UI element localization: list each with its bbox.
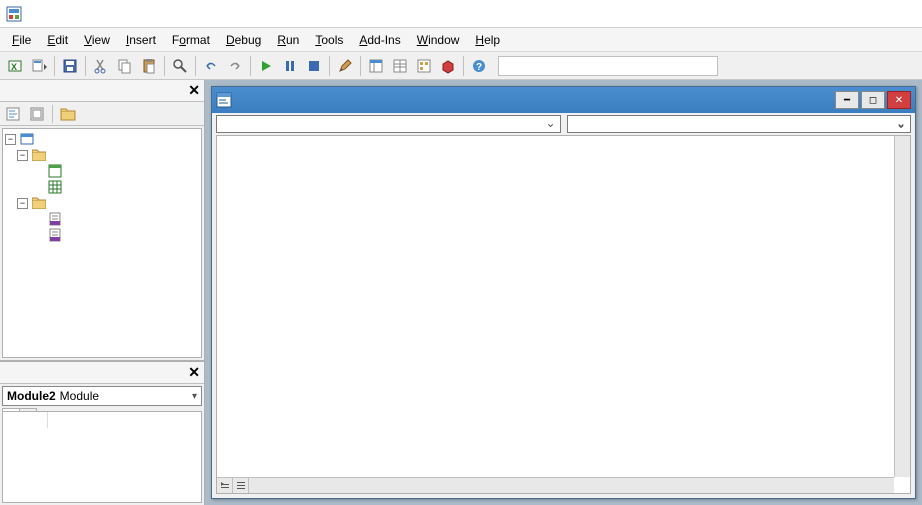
full-module-view-button[interactable] [233, 478, 249, 494]
save-button[interactable] [59, 55, 81, 77]
toolbox-button[interactable] [437, 55, 459, 77]
project-panel-close-icon[interactable]: ✕ [188, 82, 200, 99]
break-button[interactable] [279, 55, 301, 77]
tree-thisworkbook[interactable] [3, 163, 201, 179]
vertical-scrollbar[interactable] [894, 136, 910, 477]
collapse-icon[interactable]: − [17, 150, 28, 161]
window-titlebar [0, 0, 922, 28]
menu-edit[interactable]: Edit [39, 31, 76, 49]
tree-folder-modules[interactable]: − [3, 195, 201, 211]
folder-icon [31, 196, 47, 210]
properties-window-button[interactable] [389, 55, 411, 77]
tree-root[interactable]: − [3, 131, 201, 147]
property-name [3, 412, 48, 428]
properties-panel-close-icon[interactable]: ✕ [188, 364, 200, 381]
project-panel-header: ✕ [0, 80, 204, 102]
maximize-button[interactable]: ◻ [861, 91, 885, 109]
menu-tools[interactable]: Tools [307, 31, 351, 49]
cut-button[interactable] [90, 55, 112, 77]
menu-insert[interactable]: Insert [118, 31, 164, 49]
svg-text:X: X [11, 62, 17, 72]
view-excel-button[interactable]: X [4, 55, 26, 77]
cursor-position [498, 56, 718, 76]
insert-module-dropdown[interactable] [28, 55, 50, 77]
menubar: File Edit View Insert Format Debug Run T… [0, 28, 922, 52]
close-button[interactable]: ✕ [887, 91, 911, 109]
project-toolbar [0, 102, 204, 126]
menu-view[interactable]: View [76, 31, 118, 49]
collapse-icon[interactable]: − [17, 198, 28, 209]
procedure-view-button[interactable] [217, 478, 233, 494]
svg-text:?: ? [476, 62, 482, 73]
code-window-titlebar[interactable]: ━ ◻ ✕ [212, 87, 915, 113]
copy-button[interactable] [114, 55, 136, 77]
folder-icon [31, 148, 47, 162]
property-value[interactable] [48, 412, 50, 428]
main-toolbar: X ? [0, 52, 922, 80]
redo-button[interactable] [224, 55, 246, 77]
view-code-button[interactable] [2, 103, 24, 125]
tree-folder-excel[interactable]: − [3, 147, 201, 163]
view-object-button[interactable] [26, 103, 48, 125]
worksheet-icon [47, 180, 63, 194]
run-button[interactable] [255, 55, 277, 77]
help-button[interactable]: ? [468, 55, 490, 77]
code-window-icon [216, 92, 232, 108]
menu-help[interactable]: Help [467, 31, 508, 49]
tree-sheet1[interactable] [3, 179, 201, 195]
menu-window[interactable]: Window [409, 31, 468, 49]
project-icon [19, 132, 35, 146]
module-icon [47, 212, 63, 226]
find-button[interactable] [169, 55, 191, 77]
menu-addins[interactable]: Add-Ins [351, 31, 408, 49]
module-icon [47, 228, 63, 242]
menu-debug[interactable]: Debug [218, 31, 269, 49]
properties-panel-header: ✕ [0, 362, 204, 384]
vba-app-icon [6, 6, 22, 22]
toggle-folders-button[interactable] [57, 103, 79, 125]
reset-button[interactable] [303, 55, 325, 77]
minimize-button[interactable]: ━ [835, 91, 859, 109]
object-browser-button[interactable] [413, 55, 435, 77]
horizontal-scrollbar[interactable] [251, 477, 894, 493]
menu-run[interactable]: Run [269, 31, 307, 49]
project-tree[interactable]: − − − [2, 128, 202, 358]
view-selector [217, 477, 251, 493]
code-window: ━ ◻ ✕ ⌄ [211, 86, 916, 499]
properties-object-combo[interactable]: Module2 Module [2, 386, 202, 406]
code-editor[interactable] [216, 135, 911, 494]
workbook-icon [47, 164, 63, 178]
object-combropdown[interactable] [216, 115, 561, 133]
paste-button[interactable] [138, 55, 160, 77]
mdi-area: ━ ◻ ✕ ⌄ [205, 80, 922, 505]
undo-button[interactable] [200, 55, 222, 77]
procedure-dropdown[interactable]: ⌄ [567, 115, 912, 133]
properties-grid[interactable] [2, 411, 202, 503]
project-explorer-button[interactable] [365, 55, 387, 77]
design-mode-button[interactable] [334, 55, 356, 77]
property-row[interactable] [3, 412, 201, 428]
menu-file[interactable]: File [4, 31, 39, 49]
tree-module1[interactable] [3, 211, 201, 227]
menu-format[interactable]: Format [164, 31, 218, 49]
tree-module2[interactable] [3, 227, 201, 243]
collapse-icon[interactable]: − [5, 134, 16, 145]
